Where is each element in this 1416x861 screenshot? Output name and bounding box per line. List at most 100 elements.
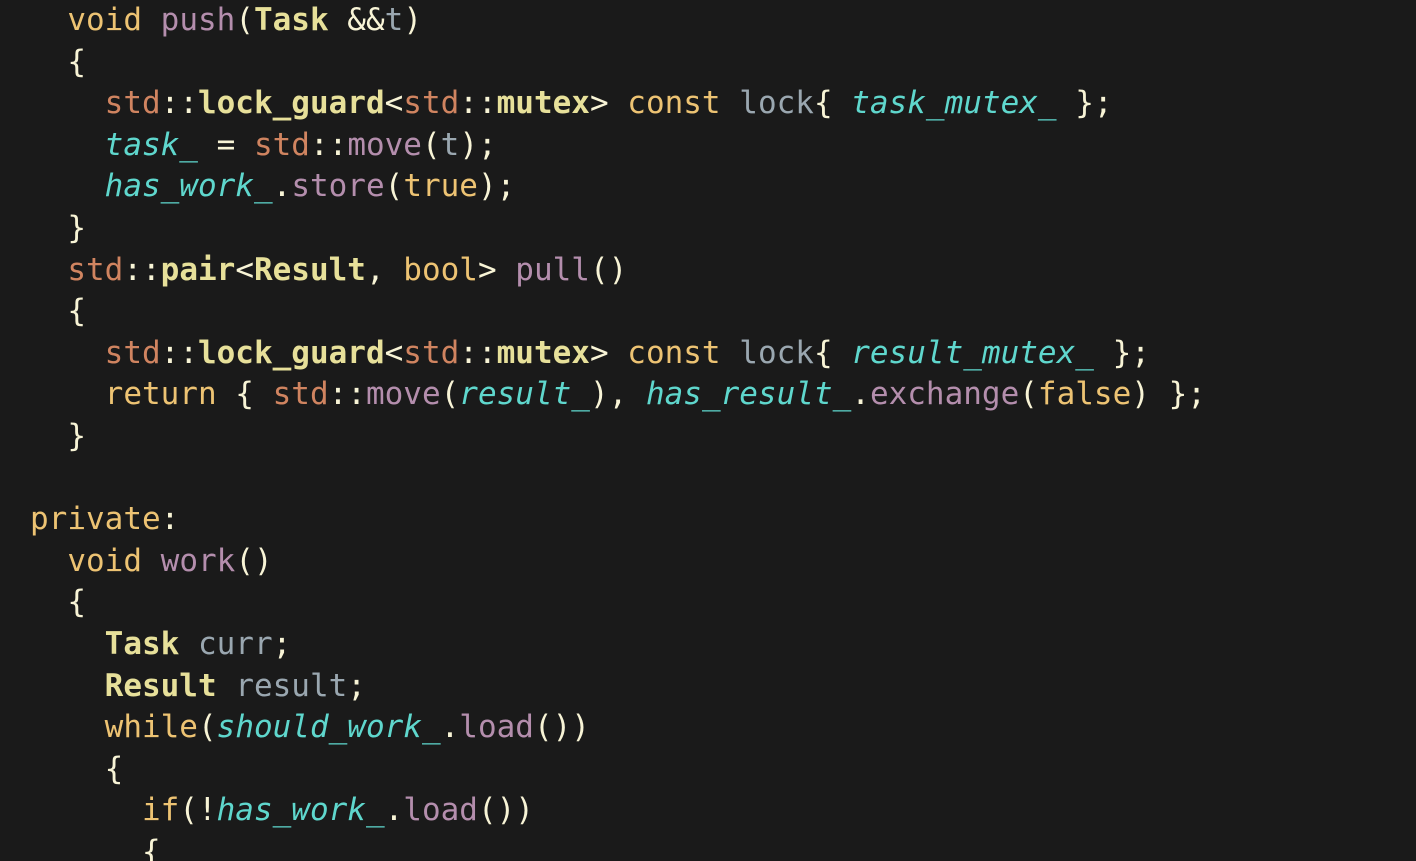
code-line[interactable]: { — [0, 42, 1416, 84]
code-token-member-variable: result_ — [459, 376, 590, 413]
code-token-function: load — [459, 709, 534, 746]
code-token-namespace: std — [403, 85, 460, 122]
code-token-plain: } — [30, 209, 86, 246]
code-token-keyword: const — [627, 334, 721, 371]
code-token-plain: }; — [1056, 85, 1113, 122]
code-line[interactable]: void work() — [0, 541, 1416, 583]
code-token-member-variable: task_ — [104, 126, 198, 163]
code-line[interactable]: std::pair<Result, bool> pull() — [0, 250, 1416, 292]
code-token-keyword: false — [1037, 376, 1132, 413]
code-line[interactable]: if(!has_work_.load()) — [0, 790, 1416, 832]
code-token-plain: . — [440, 709, 460, 746]
code-token-plain: ); — [459, 126, 497, 163]
code-token-plain: :: — [459, 85, 497, 122]
code-line[interactable]: Result result; — [0, 666, 1416, 708]
code-line[interactable]: } — [0, 416, 1416, 458]
code-token-plain: ()) — [477, 792, 534, 829]
code-line[interactable]: task_ = std::move(t); — [0, 125, 1416, 167]
code-token-plain: { — [30, 293, 86, 330]
code-token-function: store — [291, 168, 385, 205]
code-token-plain: . — [851, 376, 870, 413]
code-token-local-variable: lock — [739, 85, 814, 122]
code-token-plain: ) }; — [1131, 376, 1206, 413]
code-line[interactable]: std::lock_guard<std::mutex> const lock{ … — [0, 333, 1416, 375]
code-token-plain: { — [30, 833, 161, 861]
code-token-type: Result — [104, 667, 217, 704]
code-token-local-variable: result — [235, 667, 348, 704]
code-token-keyword: void — [67, 542, 142, 579]
code-line[interactable]: void push(Task &&t) — [0, 0, 1416, 42]
code-token-plain: :: — [123, 251, 161, 288]
code-token-plain: :: — [160, 334, 198, 371]
code-token-plain: && — [328, 2, 385, 38]
code-token-local-variable: t — [384, 2, 404, 38]
code-line[interactable]: while(should_work_.load()) — [0, 707, 1416, 749]
code-line[interactable]: { — [0, 291, 1416, 333]
code-line[interactable]: } — [0, 208, 1416, 250]
code-token-type: Task — [104, 625, 180, 662]
code-line[interactable]: return { std::move(result_), has_result_… — [0, 374, 1416, 416]
code-token-function: move — [347, 126, 422, 163]
code-token-plain: . — [384, 792, 404, 829]
code-token-plain: . — [272, 168, 292, 205]
code-token-plain: ( — [440, 376, 460, 413]
code-line[interactable]: private: — [0, 499, 1416, 541]
code-line[interactable]: has_work_.store(true); — [0, 166, 1416, 208]
code-token-plain: { — [30, 584, 86, 621]
code-token-plain: } — [30, 417, 86, 454]
code-token-plain: ; — [272, 625, 292, 662]
code-token-keyword: true — [403, 168, 478, 205]
code-token-plain: ( — [384, 168, 404, 205]
code-token-type: lock_guard — [197, 334, 385, 371]
code-token-member-variable: has_work_ — [104, 168, 273, 205]
code-token-namespace: std — [104, 85, 161, 122]
code-token-member-variable: should_work_ — [216, 709, 441, 746]
code-token-type: pair — [160, 251, 236, 288]
code-token-function: move — [365, 376, 441, 413]
code-line[interactable]: std::lock_guard<std::mutex> const lock{ … — [0, 83, 1416, 125]
code-token-type: mutex — [496, 85, 590, 122]
code-token-plain: ( — [421, 126, 441, 163]
code-token-function: pull — [515, 251, 590, 288]
code-token-keyword: if — [141, 792, 180, 829]
code-token-namespace: std — [403, 334, 460, 371]
code-line[interactable]: { — [0, 582, 1416, 624]
code-token-plain: (! — [179, 792, 217, 829]
code-token-function: work — [160, 542, 236, 579]
code-token-plain: { — [30, 750, 124, 787]
code-token-member-variable: task_mutex_ — [851, 85, 1057, 122]
code-line[interactable]: Task curr; — [0, 624, 1416, 666]
code-token-type: Result — [253, 251, 366, 288]
code-line[interactable]: { — [0, 749, 1416, 791]
code-token-local-variable: lock — [739, 334, 814, 371]
code-token-plain: }; — [1093, 334, 1150, 371]
code-token-keyword: private — [30, 501, 161, 538]
code-line[interactable] — [0, 458, 1416, 500]
code-token-plain: ; — [347, 667, 366, 704]
code-token-plain: ()) — [533, 709, 590, 746]
code-line[interactable]: { — [0, 832, 1416, 861]
code-editor-viewport[interactable]: void push(Task &&t) { std::lock_guard<st… — [0, 0, 1416, 861]
code-token-plain: :: — [309, 126, 348, 163]
code-token-namespace: std — [67, 251, 124, 288]
code-token-local-variable: t — [440, 126, 460, 163]
code-token-type: lock_guard — [197, 85, 385, 122]
code-token-function: load — [403, 792, 478, 829]
code-token-local-variable: curr — [197, 625, 273, 662]
code-token-plain: ) — [403, 2, 422, 38]
code-token-member-variable: result_mutex_ — [851, 334, 1094, 371]
code-token-function: push — [160, 2, 236, 38]
code-token-keyword: return — [104, 376, 217, 413]
code-token-keyword: const — [627, 85, 721, 122]
code-token-plain: { — [813, 334, 852, 371]
code-token-plain: :: — [160, 85, 198, 122]
code-token-plain: ), — [589, 376, 646, 413]
